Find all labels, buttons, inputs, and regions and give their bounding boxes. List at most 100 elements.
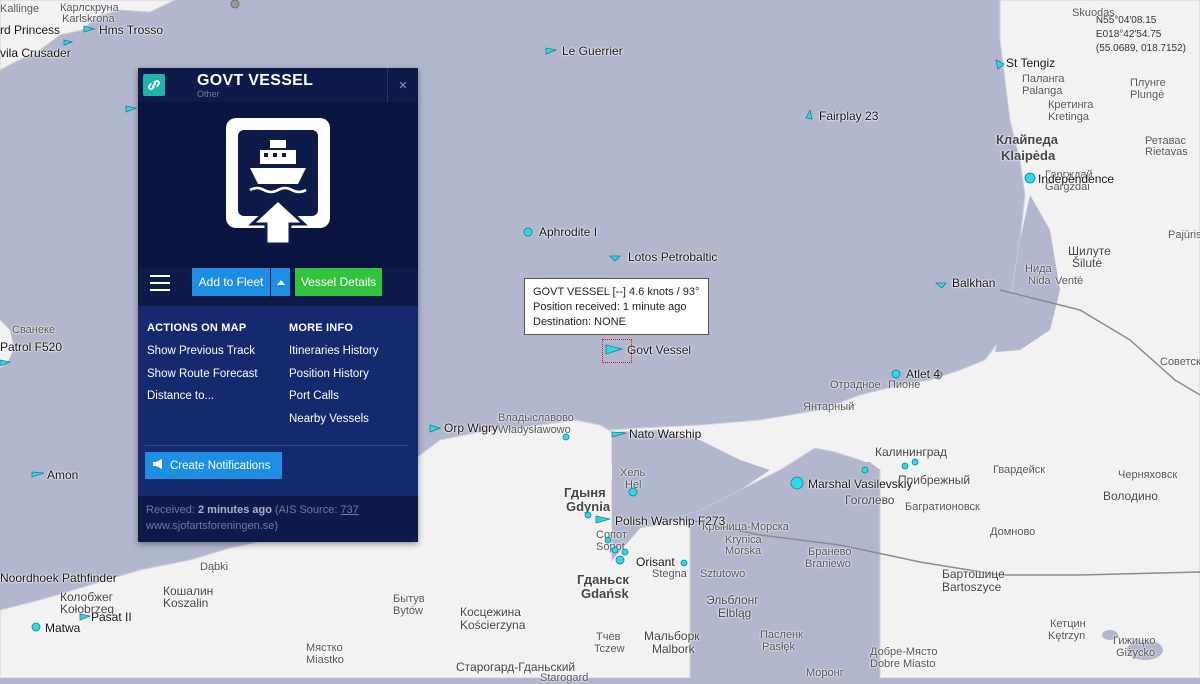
vessel-type-link-icon[interactable]: [143, 74, 165, 96]
close-icon[interactable]: ×: [387, 68, 418, 102]
place-plunge-ru: Плунге: [1130, 77, 1166, 89]
create-notifications-button[interactable]: Create Notifications: [145, 452, 282, 479]
vessel-info-panel: GOVT VESSEL Other × Add to Fleet Vessel …: [138, 68, 418, 542]
place-koscierzyna: Kościerzyna: [460, 618, 526, 632]
actions-on-map-column: ACTIONS ON MAP Show Previous Track Show …: [147, 322, 258, 412]
ship-placeholder-icon: [226, 118, 330, 246]
place-malbork-ru: Мальборк: [644, 629, 700, 643]
place-gizycko-ru: Гижицко: [1113, 635, 1156, 647]
place-bytow: Bytów: [393, 605, 423, 617]
place-bartoszyce: Bartoszyce: [942, 580, 1002, 594]
received-prefix: Received:: [146, 504, 195, 516]
place-gdansk: Gdańsk: [581, 586, 629, 601]
vessel-label-orisant[interactable]: Orisant: [636, 556, 675, 568]
place-chernyakhovsk: Черняховск: [1118, 469, 1178, 481]
vessel-label-balkhan[interactable]: Balkhan: [952, 277, 995, 289]
show-previous-track-link[interactable]: Show Previous Track: [147, 344, 258, 367]
vessel-label-fairplay-23[interactable]: Fairplay 23: [819, 110, 878, 122]
place-kaliningrad: Калининград: [875, 445, 948, 459]
vessel-label-marshal-vasilevskiy[interactable]: Marshal Vasilevskiy: [808, 478, 912, 490]
vessel-label-govt-vessel[interactable]: Govt Vessel: [627, 344, 691, 356]
place-otradnoe: Отрадное: [830, 379, 881, 391]
place-hel: Hel: [625, 479, 642, 491]
panel-toolbar: Add to Fleet Vessel Details: [138, 268, 418, 306]
place-svaneke: Сванеке: [12, 324, 56, 336]
vessel-label-aphrodite-i[interactable]: Aphrodite I: [539, 226, 597, 238]
place-miastko-ru: Мястко: [306, 642, 343, 654]
panel-footer: Received: 2 minutes ago (AIS Source: 737…: [138, 496, 418, 542]
vessel-photo-placeholder[interactable]: [138, 102, 418, 268]
place-palanga: Palanga: [1022, 85, 1063, 97]
place-koscierzyna-ru: Косцежина: [460, 605, 521, 619]
place-yantarny: Янтарный: [803, 401, 855, 413]
vessel-label-grand-princess[interactable]: rd Princess: [0, 24, 60, 36]
place-gdansk-ru: Гданьск: [577, 572, 629, 587]
received-info: Received: 2 minutes ago (AIS Source: 737: [146, 504, 359, 516]
place-retavas: Rietavas: [1145, 146, 1188, 158]
ais-source-site: www.sjofartsforeningen.se): [146, 520, 279, 532]
place-kallinge: Kallinge: [0, 3, 40, 15]
add-to-fleet-button[interactable]: Add to Fleet: [192, 268, 270, 296]
place-klaipeda-ru: Клайпеда: [996, 132, 1058, 147]
show-route-forecast-link[interactable]: Show Route Forecast: [147, 367, 258, 390]
more-info-heading: MORE INFO: [289, 322, 354, 334]
vessel-label-patrol-f520[interactable]: Patrol F520: [0, 341, 62, 353]
vessel-label-evila-crusader[interactable]: vila Crusader: [0, 47, 71, 59]
vessel-label-matwa[interactable]: Matwa: [45, 622, 80, 634]
place-bartoszyce-ru: Бартошице: [942, 567, 1005, 581]
received-time: 2 minutes ago: [197, 504, 272, 516]
place-ketrzyn: Kętrzyn: [1048, 630, 1086, 642]
vessel-label-orp-wigry[interactable]: Orp Wigry: [444, 422, 498, 434]
ais-source-link[interactable]: 737: [340, 504, 358, 516]
place-volodino: Володино: [1103, 489, 1158, 503]
vessel-details-button[interactable]: Vessel Details: [295, 268, 382, 296]
place-koszalin: Koszalin: [163, 596, 209, 610]
vessel-label-independence[interactable]: Independence: [1038, 173, 1114, 185]
itineraries-history-link[interactable]: Itineraries History: [289, 344, 378, 367]
place-pionersky: Пионе: [888, 379, 921, 391]
place-morag: Моронг: [806, 667, 844, 679]
place-stegna: Stegna: [652, 568, 687, 580]
position-history-link[interactable]: Position History: [289, 367, 378, 390]
place-malbork: Malbork: [652, 642, 695, 656]
place-pajuris: Pajūris: [1168, 229, 1200, 241]
vessel-label-nato-warship[interactable]: Nato Warship: [629, 428, 701, 440]
place-sztutowo: Sztutowo: [700, 568, 746, 580]
place-gdynia: Gdynia: [566, 499, 611, 514]
place-braniewo: Braniewo: [805, 558, 851, 570]
hamburger-menu-icon[interactable]: [148, 272, 172, 294]
vessel-label-st-tengiz[interactable]: St Tengiz: [1006, 57, 1055, 69]
place-nida-ru: Нида: [1025, 263, 1052, 275]
vessel-type: Other: [197, 89, 220, 99]
place-dobre: Dobre Miasto: [870, 658, 936, 670]
place-plunge: Plungė: [1130, 89, 1165, 101]
place-domnovo: Домново: [990, 526, 1036, 538]
place-sopot-ru: Сопот: [596, 529, 627, 541]
vessel-label-amon[interactable]: Amon: [47, 469, 78, 481]
place-dabki: Dąbki: [200, 561, 229, 573]
port-calls-link[interactable]: Port Calls: [289, 389, 378, 412]
actions-on-map-heading: ACTIONS ON MAP: [147, 322, 247, 334]
vessel-label-noordhoek[interactable]: Noordhoek Pathfinder: [0, 572, 117, 584]
vessel-label-polish-warship[interactable]: Polish Warship F273: [615, 515, 725, 527]
place-silute: Šilutė: [1072, 256, 1103, 270]
vessel-label-pasat-ii[interactable]: Pasat II: [91, 611, 132, 623]
place-vente: Ventė: [1055, 275, 1084, 287]
coordinates-readout: N55°04'08.15 E018°42'54.75 (55.0689, 018…: [1096, 14, 1186, 56]
place-klaipeda: Klaipėda: [1001, 148, 1056, 163]
nearby-vessels-link[interactable]: Nearby Vessels: [289, 412, 378, 435]
vessel-label-atlet-4[interactable]: Atlet 4: [906, 368, 940, 380]
place-gvardeysk: Гвардейск: [993, 464, 1046, 476]
place-wladyslawowo-ru: Владыславово: [498, 412, 574, 424]
add-to-fleet-dropdown-caret-icon[interactable]: [271, 268, 290, 296]
place-ketrzyn-ru: Кетцин: [1050, 618, 1086, 630]
selected-vessel-highlight[interactable]: [602, 339, 632, 363]
vessel-label-hms-trosso[interactable]: Hms Trosso: [99, 24, 163, 36]
place-kretinga-ru: Кретинга: [1048, 99, 1094, 111]
distance-to-link[interactable]: Distance to...: [147, 389, 258, 412]
vessel-label-le-guerrier[interactable]: Le Guerrier: [562, 45, 623, 57]
place-gizycko: Giżycko: [1116, 647, 1156, 659]
vessel-label-lotos-petrobaltic[interactable]: Lotos Petrobaltic: [628, 251, 717, 263]
place-nida: Nida: [1028, 275, 1051, 287]
place-kretinga: Kretinga: [1048, 111, 1089, 123]
